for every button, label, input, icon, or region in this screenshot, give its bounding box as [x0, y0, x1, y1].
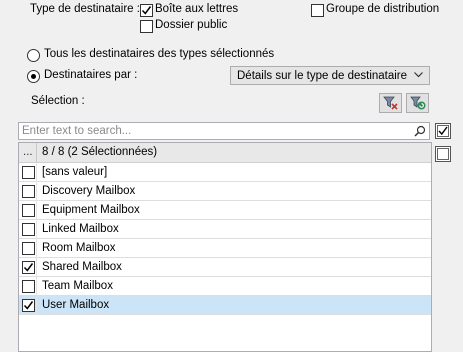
checkmark-icon [23, 263, 34, 272]
list-item-team-mailbox[interactable]: Team Mailbox [19, 277, 431, 296]
recipient-type-list: ... 8 / 8 (2 Sélectionnées) [sans valeur… [18, 142, 432, 352]
selection-label: Sélection : [31, 95, 85, 107]
public-folder-checkbox[interactable] [140, 20, 153, 33]
header-divider [36, 143, 37, 162]
list-item-checkbox[interactable] [22, 280, 35, 293]
row-divider [36, 163, 37, 182]
select-all-button[interactable] [435, 123, 451, 139]
chevron-down-icon [414, 72, 423, 78]
list-item-room-mailbox[interactable]: Room Mailbox [19, 239, 431, 258]
mailboxes-label: Boîte aux lettres [155, 3, 239, 15]
mailboxes-checkbox[interactable] [140, 4, 153, 17]
row-divider [36, 182, 37, 201]
checkmark-icon [437, 125, 449, 137]
list-item-label: Equipment Mailbox [42, 204, 140, 216]
row-divider [36, 277, 37, 296]
list-item-equipment-mailbox[interactable]: Equipment Mailbox [19, 201, 431, 220]
list-item-checkbox[interactable] [22, 299, 35, 312]
list-item-checkbox[interactable] [22, 166, 35, 179]
list-item-label: Team Mailbox [42, 280, 113, 292]
distribution-group-label: Groupe de distribution [326, 3, 440, 15]
list-item-checkbox[interactable] [22, 204, 35, 217]
row-divider [36, 258, 37, 277]
recipients-by-label: Destinataires par : [44, 69, 138, 81]
recipients-by-dropdown[interactable]: Détails sur le type de destinataire [230, 66, 430, 85]
search-box [18, 122, 430, 140]
row-divider [36, 201, 37, 220]
list-item-shared-mailbox[interactable]: Shared Mailbox [19, 258, 431, 277]
clear-filter-button[interactable] [379, 93, 402, 113]
list-item-linked-mailbox[interactable]: Linked Mailbox [19, 220, 431, 239]
public-folder-label: Dossier public [155, 19, 228, 31]
list-item-label: Shared Mailbox [42, 261, 122, 273]
list-item-checkbox[interactable] [22, 185, 35, 198]
list-item-label: [sans valeur] [42, 166, 108, 178]
list-header: ... 8 / 8 (2 Sélectionnées) [19, 143, 431, 163]
list-item-checkbox[interactable] [22, 223, 35, 236]
checkmark-icon [141, 6, 152, 15]
list-item-label: User Mailbox [42, 299, 110, 311]
list-item-discovery-mailbox[interactable]: Discovery Mailbox [19, 182, 431, 201]
list-item-checkbox[interactable] [22, 242, 35, 255]
header-options[interactable]: ... [23, 146, 33, 158]
recipient-type-label: Type de destinataire : [30, 3, 140, 15]
row-divider [36, 239, 37, 258]
refresh-filter-button[interactable] [406, 93, 429, 113]
row-divider [36, 296, 37, 315]
list-item-user-mailbox[interactable]: User Mailbox [19, 296, 431, 315]
checkmark-icon [23, 301, 34, 310]
selection-count: 8 / 8 (2 Sélectionnées) [42, 146, 158, 158]
filter-refresh-icon [410, 96, 426, 110]
row-divider [36, 220, 37, 239]
list-item-checkbox[interactable] [22, 261, 35, 274]
clear-all-button[interactable] [435, 146, 451, 162]
all-recipients-radio[interactable] [27, 49, 40, 62]
empty-checkbox-icon [437, 148, 449, 160]
list-item-label: Room Mailbox [42, 242, 116, 254]
distribution-group-checkbox[interactable] [311, 4, 324, 17]
search-input[interactable] [22, 124, 402, 138]
filter-delete-icon [383, 96, 398, 110]
all-recipients-label: Tous les destinataires des types sélecti… [44, 48, 275, 60]
list-item-label: Linked Mailbox [42, 223, 119, 235]
search-icon[interactable] [414, 125, 426, 137]
recipients-by-dropdown-value: Détails sur le type de destinataire [237, 70, 408, 82]
list-item-label: Discovery Mailbox [42, 185, 136, 197]
list-item-no-value[interactable]: [sans valeur] [19, 163, 431, 182]
recipients-by-radio[interactable] [27, 70, 40, 83]
